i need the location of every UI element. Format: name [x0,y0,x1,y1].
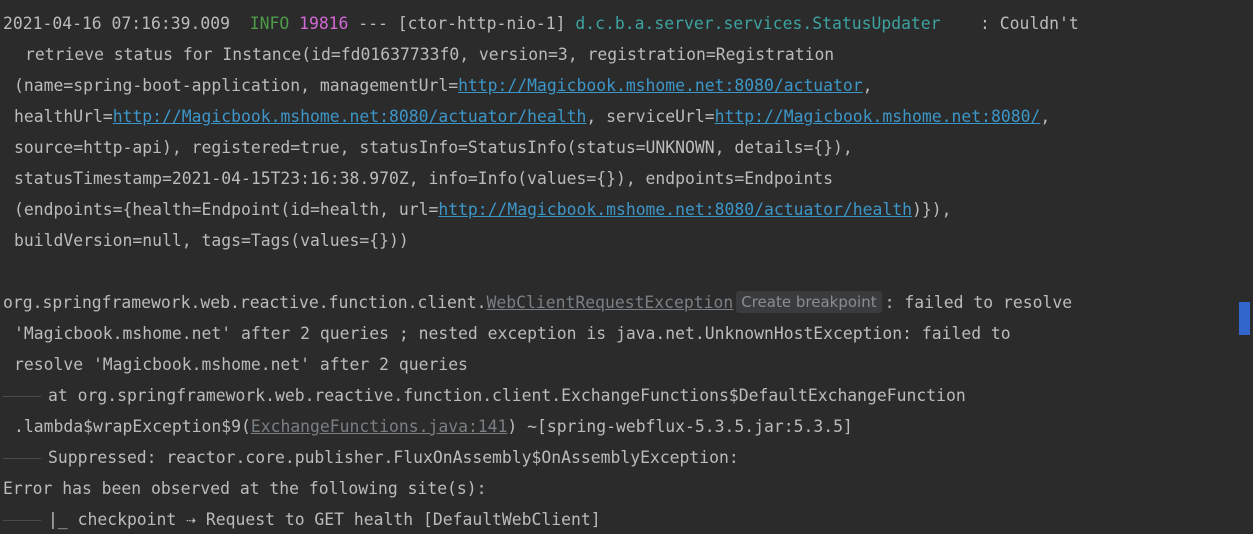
source-file-link[interactable]: ExchangeFunctions.java:141 [251,417,508,436]
exception-line-1: org.springframework.web.reactive.functio… [3,287,1072,318]
fold-guide [3,396,41,397]
log-text: )}), [912,200,952,219]
log-line-5: source=http-api), registered=true, statu… [14,138,853,157]
service-url-link[interactable]: http://Magicbook.mshome.net:8080/ [715,107,1041,126]
log-text: , serviceUrl= [586,107,715,126]
log-line-4: healthUrl=http://Magicbook.mshome.net:80… [14,101,1050,132]
fold-guide [3,520,41,521]
suppressed-text: Suppressed: reactor.core.publisher.FluxO… [48,448,739,467]
scrollbar-marker[interactable] [1239,302,1250,335]
management-url-link[interactable]: http://Magicbook.mshome.net:8080/actuato… [458,76,863,95]
log-text: (name=spring-boot-application, managemen… [14,76,459,95]
stack-frame-text: at org.springframework.web.reactive.func… [48,386,966,405]
error-observed-line: Error has been observed at the following… [3,479,487,498]
stack-frame-text: .lambda$wrapException$9( [14,417,251,436]
exception-package: org.springframework.web.reactive.functio… [3,293,487,312]
fold-guide [3,458,41,459]
exception-class-link[interactable]: WebClientRequestException [487,293,734,312]
log-pid: 19816 [299,14,349,33]
exception-message: : failed to resolve [884,293,1073,312]
console-output: 2021-04-16 07:16:39.009 INFO 19816 --- [… [0,0,1253,534]
checkpoint-line: |_ checkpoint ⇢ Request to GET health [D… [3,504,601,534]
exception-line-3: resolve 'Magicbook.mshome.net' after 2 q… [14,355,468,374]
stack-frame-line-2: .lambda$wrapException$9(ExchangeFunction… [14,411,853,442]
log-timestamp: 2021-04-16 07:16:39.009 [3,14,230,33]
health-url-link[interactable]: http://Magicbook.mshome.net:8080/actuato… [113,107,587,126]
log-line-1: 2021-04-16 07:16:39.009 INFO 19816 --- [… [3,8,1079,39]
exception-line-2: 'Magicbook.mshome.net' after 2 queries ;… [14,324,1011,343]
log-level: INFO [249,14,290,33]
checkpoint-text: |_ checkpoint ⇢ Request to GET health [D… [48,510,601,529]
log-text: (endpoints={health=Endpoint(id=health, u… [14,200,439,219]
log-text: healthUrl= [14,107,113,126]
log-line-3: (name=spring-boot-application, managemen… [14,70,873,101]
stack-frame-text: ) ~[spring-webflux-5.3.5.jar:5.3.5] [507,417,853,436]
log-text: , [862,76,873,95]
log-thread: [ctor-http-nio-1] [397,14,566,33]
log-logger: d.c.b.a.server.services.StatusUpdater [575,14,941,33]
log-separator: --- [358,14,388,33]
stack-frame-line-1: at org.springframework.web.reactive.func… [3,380,966,411]
log-text: , [1040,107,1051,126]
log-message-start: : Couldn't [980,14,1079,33]
log-line-8: buildVersion=null, tags=Tags(values={})) [14,231,409,250]
suppressed-line: Suppressed: reactor.core.publisher.FluxO… [3,442,739,473]
log-line-7: (endpoints={health=Endpoint(id=health, u… [14,194,951,225]
endpoint-health-url-link[interactable]: http://Magicbook.mshome.net:8080/actuato… [438,200,912,219]
create-breakpoint-button[interactable]: Create breakpoint [736,291,882,313]
log-line-6: statusTimestamp=2021-04-15T23:16:38.970Z… [14,169,834,188]
log-line-2: retrieve status for Instance(id=fd016377… [25,45,835,64]
